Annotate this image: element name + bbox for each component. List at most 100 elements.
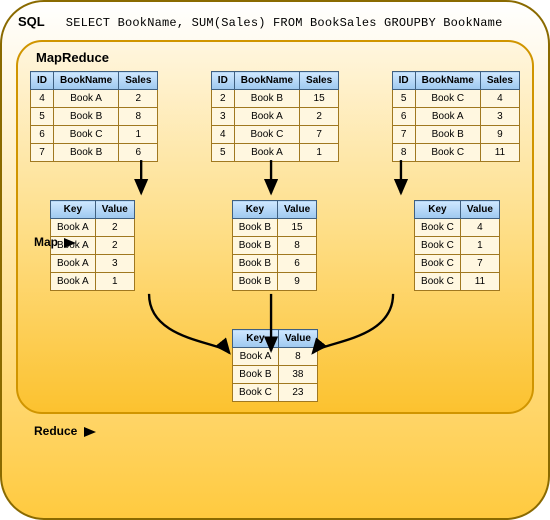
cell: Book B: [232, 255, 277, 273]
cell: 5: [211, 144, 234, 162]
cell: Book B: [232, 237, 277, 255]
cell: 9: [480, 126, 519, 144]
reduce-table-container: KeyValueBook A8Book B38Book C23: [30, 329, 520, 402]
table-row: Book B6: [232, 255, 316, 273]
col-header: Value: [278, 201, 317, 219]
map-table-2: KeyValueBook B15Book B8Book B6Book B9: [232, 200, 317, 291]
cell: 2: [95, 219, 134, 237]
cell: 4: [211, 126, 234, 144]
col-header: ID: [31, 72, 54, 90]
cell: Book B: [232, 219, 277, 237]
map-stage-label: Map: [34, 235, 76, 249]
cell: 1: [460, 237, 499, 255]
input-table-2: IDBookNameSales2Book B153Book A24Book C7…: [211, 71, 339, 162]
table-row: Book C7: [415, 255, 500, 273]
input-tables-row: IDBookNameSales4Book A25Book B86Book C17…: [30, 71, 520, 162]
sql-label: SQL: [18, 14, 45, 29]
cell: 15: [278, 219, 317, 237]
cell: 4: [460, 219, 499, 237]
cell: Book A: [51, 219, 96, 237]
cell: Book B: [233, 366, 279, 384]
mapreduce-label: MapReduce: [36, 50, 520, 65]
cell: 3: [95, 255, 134, 273]
table-row: 2Book B15: [211, 90, 338, 108]
table-row: Book B15: [232, 219, 316, 237]
table-row: 5Book C4: [392, 90, 519, 108]
col-header: ID: [392, 72, 415, 90]
cell: Book A: [415, 108, 480, 126]
cell: 1: [95, 273, 134, 291]
cell: 6: [392, 108, 415, 126]
col-header: Value: [95, 201, 134, 219]
table-row: 5Book B8: [31, 108, 158, 126]
cell: 23: [278, 384, 317, 402]
cell: Book A: [234, 108, 299, 126]
cell: 7: [460, 255, 499, 273]
mapreduce-panel: MapReduce IDBookNameSales4Book A25Book B…: [16, 40, 534, 414]
cell: Book C: [415, 219, 461, 237]
cell: Book C: [415, 237, 461, 255]
col-header: Sales: [300, 72, 339, 90]
cell: 6: [31, 126, 54, 144]
cell: 4: [31, 90, 54, 108]
table-row: Book C1: [415, 237, 500, 255]
cell: 2: [119, 90, 158, 108]
cell: 3: [211, 108, 234, 126]
cell: Book B: [54, 144, 119, 162]
cell: Book C: [54, 126, 119, 144]
table-row: Book B8: [232, 237, 316, 255]
cell: 15: [300, 90, 339, 108]
table-row: 7Book B9: [392, 126, 519, 144]
map-tables-row: KeyValueBook A2Book A2Book A3Book A1KeyV…: [30, 200, 520, 291]
col-header: Sales: [480, 72, 519, 90]
cell: 8: [392, 144, 415, 162]
cell: 6: [119, 144, 158, 162]
cell: Book C: [415, 144, 480, 162]
table-row: Book A1: [51, 273, 135, 291]
cell: Book A: [51, 273, 96, 291]
table-row: Book B9: [232, 273, 316, 291]
cell: 11: [480, 144, 519, 162]
cell: Book A: [233, 348, 279, 366]
table-row: Book A8: [233, 348, 318, 366]
cell: 7: [392, 126, 415, 144]
cell: 6: [278, 255, 317, 273]
table-row: Book A3: [51, 255, 135, 273]
table-row: 5Book A1: [211, 144, 338, 162]
col-header: Key: [233, 330, 279, 348]
col-header: BookName: [54, 72, 119, 90]
sql-query: SELECT BookName, SUM(Sales) FROM BookSal…: [66, 16, 503, 30]
cell: 4: [480, 90, 519, 108]
cell: Book B: [54, 108, 119, 126]
cell: 7: [31, 144, 54, 162]
reduce-stage-label: Reduce: [34, 424, 96, 438]
table-row: 4Book A2: [31, 90, 158, 108]
map-table-3: KeyValueBook C4Book C1Book C7Book C11: [414, 200, 500, 291]
table-row: 7Book B6: [31, 144, 158, 162]
col-header: ID: [211, 72, 234, 90]
table-row: Book B38: [233, 366, 318, 384]
cell: 5: [31, 108, 54, 126]
cell: 3: [480, 108, 519, 126]
table-row: 8Book C11: [392, 144, 519, 162]
cell: 5: [392, 90, 415, 108]
cell: Book A: [54, 90, 119, 108]
input-table-1: IDBookNameSales4Book A25Book B86Book C17…: [30, 71, 158, 162]
cell: 9: [278, 273, 317, 291]
table-row: 6Book A3: [392, 108, 519, 126]
input-table-3: IDBookNameSales5Book C46Book A37Book B98…: [392, 71, 520, 162]
cell: 11: [460, 273, 499, 291]
col-header: Value: [278, 330, 317, 348]
arrow-right-icon: [64, 238, 76, 248]
table-row: 4Book C7: [211, 126, 338, 144]
table-row: 6Book C1: [31, 126, 158, 144]
cell: Book C: [234, 126, 299, 144]
cell: 2: [300, 108, 339, 126]
arrow-right-icon: [84, 427, 96, 437]
cell: Book C: [415, 90, 480, 108]
cell: Book B: [232, 273, 277, 291]
col-header: BookName: [415, 72, 480, 90]
cell: 8: [119, 108, 158, 126]
col-header: Sales: [119, 72, 158, 90]
cell: 8: [278, 348, 317, 366]
